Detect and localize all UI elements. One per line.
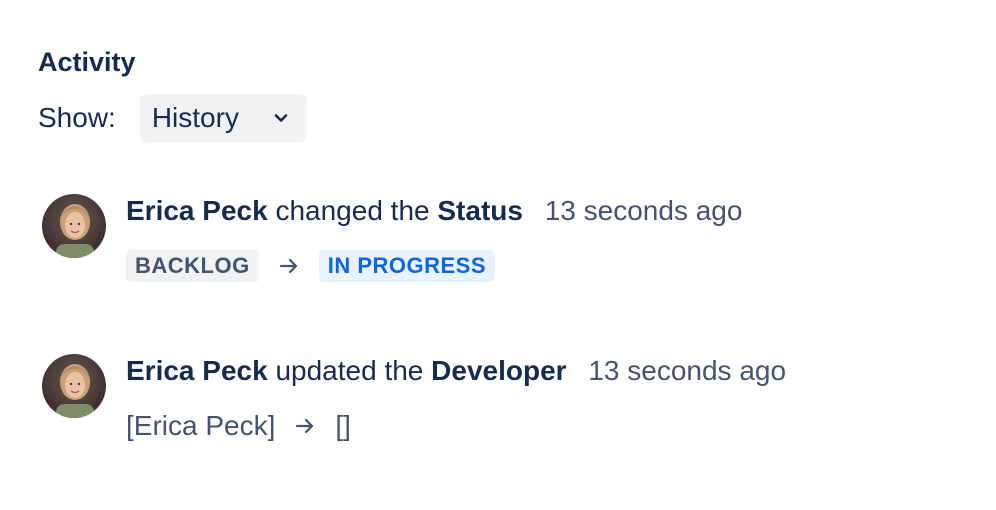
old-value: [Erica Peck] <box>126 410 276 441</box>
activity-filter-dropdown[interactable]: History <box>139 94 307 142</box>
activity-heading: Activity <box>38 47 136 77</box>
changed-field: Developer <box>431 355 567 386</box>
arrow-right-icon <box>296 418 314 434</box>
entry-verb: updated the <box>275 355 424 386</box>
timestamp[interactable]: 13 seconds ago <box>588 355 786 386</box>
status-from-lozenge: BACKLOG <box>126 250 259 282</box>
timestamp[interactable]: 13 seconds ago <box>545 195 743 226</box>
history-entry: Erica Peck changed the Status 13 seconds… <box>42 194 942 290</box>
status-transition: BACKLOG IN PROGRESS <box>126 250 742 282</box>
new-value: [] <box>335 410 351 441</box>
status-to-lozenge: IN PROGRESS <box>318 250 496 282</box>
user-avatar[interactable] <box>42 194 106 258</box>
chevron-down-icon <box>274 114 288 122</box>
history-entry: Erica Peck updated the Developer 13 seco… <box>42 354 942 450</box>
actor-name[interactable]: Erica Peck <box>126 195 268 226</box>
actor-name[interactable]: Erica Peck <box>126 355 268 386</box>
user-avatar[interactable] <box>42 354 106 418</box>
changed-field: Status <box>437 195 523 226</box>
entry-verb: changed the <box>275 195 430 226</box>
entry-summary: Erica Peck updated the Developer 13 seco… <box>126 354 786 388</box>
activity-filter-row: Show: History <box>38 94 307 142</box>
activity-filter-value: History <box>151 102 239 133</box>
entry-summary: Erica Peck changed the Status 13 seconds… <box>126 194 742 228</box>
arrow-right-icon <box>279 258 297 274</box>
value-transition: [Erica Peck] [] <box>126 410 786 442</box>
show-label: Show: <box>38 102 116 133</box>
